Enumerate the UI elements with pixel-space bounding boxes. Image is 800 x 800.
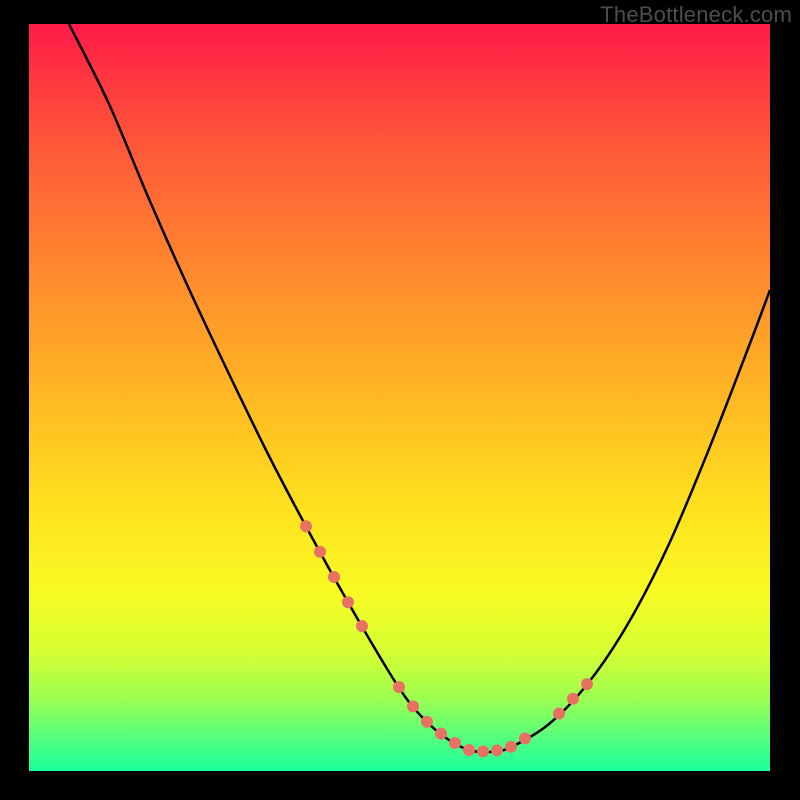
bottleneck-curve xyxy=(29,24,770,771)
curve-dot xyxy=(407,700,419,712)
curve-dot xyxy=(328,571,340,583)
curve-dot xyxy=(356,620,368,632)
curve-dot xyxy=(449,737,461,749)
curve-dot xyxy=(505,741,517,753)
curve-dot xyxy=(477,745,489,757)
curve-dot xyxy=(491,744,503,756)
curve-dot xyxy=(314,546,326,558)
curve-path xyxy=(69,24,770,752)
curve-dot xyxy=(553,708,565,720)
watermark-text: TheBottleneck.com xyxy=(600,2,792,28)
gradient-plot-area xyxy=(29,24,770,771)
curve-dot xyxy=(393,681,405,693)
curve-dot xyxy=(300,520,312,532)
curve-dot xyxy=(342,596,354,608)
curve-dot xyxy=(567,693,579,705)
curve-dot xyxy=(581,678,593,690)
curve-dot xyxy=(421,716,433,728)
curve-dot xyxy=(435,728,447,740)
curve-dots xyxy=(300,520,593,757)
curve-dot xyxy=(519,732,531,744)
curve-dot xyxy=(463,744,475,756)
